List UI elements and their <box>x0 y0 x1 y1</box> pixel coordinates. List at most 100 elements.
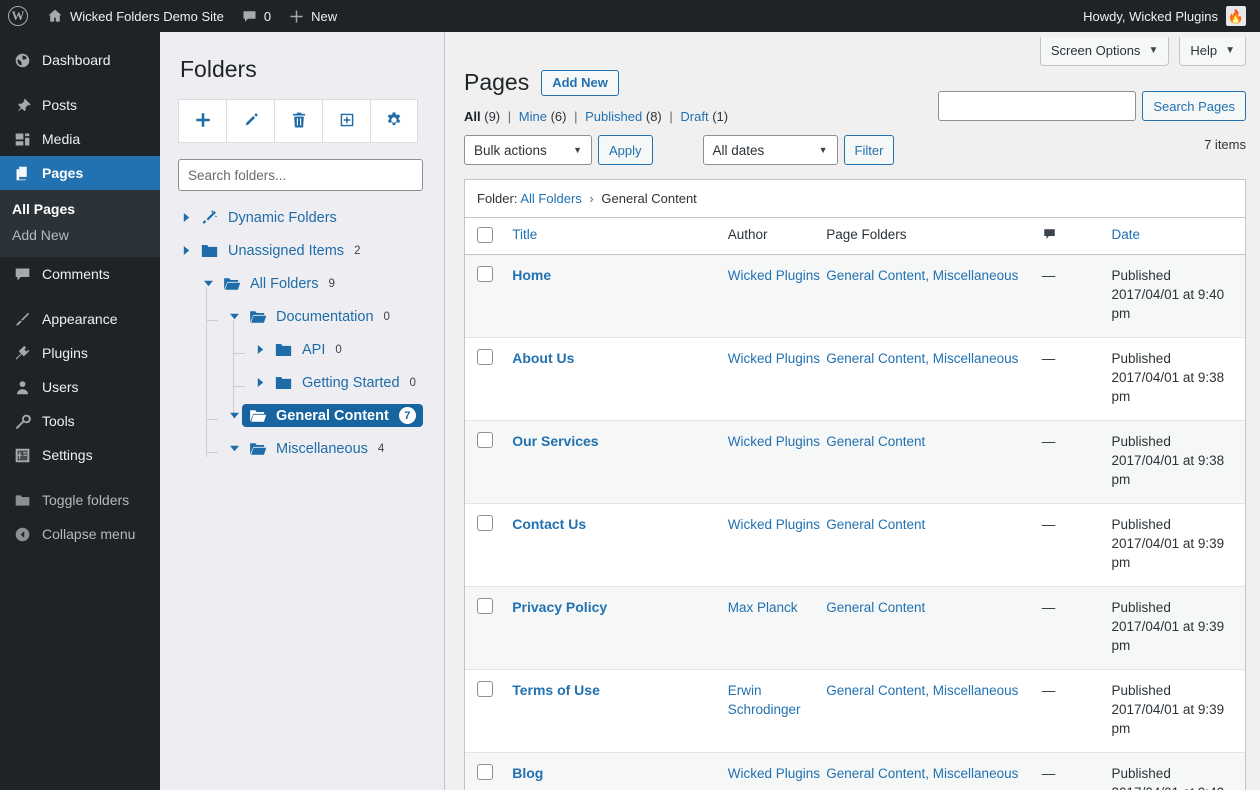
tree-item-body[interactable]: Miscellaneous 4 <box>242 438 391 460</box>
table-row[interactable]: Home Wicked Plugins General Content, Mis… <box>465 255 1245 338</box>
sort-title-link[interactable]: Title <box>512 227 537 242</box>
breadcrumb-root-link[interactable]: All Folders <box>520 191 581 206</box>
table-row[interactable]: About Us Wicked Plugins General Content,… <box>465 338 1245 421</box>
sidebar-item-settings[interactable]: Settings <box>0 438 160 472</box>
author-link[interactable]: Wicked Plugins <box>728 268 820 283</box>
author-link[interactable]: Wicked Plugins <box>728 766 820 781</box>
folders-link[interactable]: General Content <box>826 434 925 449</box>
author-link[interactable]: Erwin Schrodinger <box>728 683 801 717</box>
tree-item-dynamic-folders[interactable]: Dynamic Folders <box>178 201 426 234</box>
folders-link[interactable]: General Content <box>826 517 925 532</box>
tree-item-body[interactable]: Unassigned Items 2 <box>194 240 367 262</box>
view-link-mine[interactable]: Mine <box>519 109 547 124</box>
chevron-right-icon[interactable] <box>252 378 268 387</box>
folders-search-input[interactable] <box>178 159 423 191</box>
sidebar-item-dashboard[interactable]: Dashboard <box>0 43 160 77</box>
chevron-down-icon[interactable] <box>226 312 242 321</box>
sidebar-item-add-new-page[interactable]: Add New <box>0 222 160 248</box>
page-title-link[interactable]: Our Services <box>512 433 598 449</box>
table-row[interactable]: Blog Wicked Plugins General Content, Mis… <box>465 753 1245 790</box>
table-row[interactable]: Contact Us Wicked Plugins General Conten… <box>465 504 1245 587</box>
folders-link[interactable]: General Content, Miscellaneous <box>826 268 1018 283</box>
tree-item-all-folders[interactable]: All Folders 9 <box>178 267 426 300</box>
author-link[interactable]: Wicked Plugins <box>728 517 820 532</box>
row-checkbox[interactable] <box>477 515 493 531</box>
screen-options-button[interactable]: Screen Options ▼ <box>1040 37 1170 66</box>
view-link-draft[interactable]: Draft <box>680 109 708 124</box>
page-title-link[interactable]: Privacy Policy <box>512 599 607 615</box>
tree-item-body-selected[interactable]: General Content 7 <box>242 404 423 427</box>
bulk-actions-select[interactable]: Bulk actions ▼ <box>464 135 592 165</box>
new-content-button[interactable]: New <box>280 0 346 32</box>
tree-item-miscellaneous[interactable]: Miscellaneous 4 <box>178 432 426 465</box>
view-link-published[interactable]: Published <box>585 109 642 124</box>
row-checkbox[interactable] <box>477 598 493 614</box>
folders-link[interactable]: General Content <box>826 600 925 615</box>
tree-item-unassigned-items[interactable]: Unassigned Items 2 <box>178 234 426 267</box>
chevron-right-icon[interactable] <box>178 213 194 222</box>
sidebar-item-tools[interactable]: Tools <box>0 404 160 438</box>
tree-item-getting-started[interactable]: Getting Started 0 <box>178 366 426 399</box>
wordpress-logo-button[interactable]: W <box>0 0 38 32</box>
table-row[interactable]: Terms of Use Erwin Schrodinger General C… <box>465 670 1245 753</box>
sidebar-item-collapse-menu[interactable]: Collapse menu <box>0 517 160 551</box>
row-checkbox[interactable] <box>477 432 493 448</box>
page-title-link[interactable]: Blog <box>512 765 543 781</box>
filter-button[interactable]: Filter <box>844 135 895 165</box>
tree-item-body[interactable]: Getting Started 0 <box>268 372 423 394</box>
page-title-link[interactable]: Terms of Use <box>512 682 600 698</box>
sidebar-item-appearance[interactable]: Appearance <box>0 302 160 336</box>
delete-folder-button[interactable] <box>274 99 322 143</box>
sidebar-item-all-pages[interactable]: All Pages <box>0 196 160 222</box>
sidebar-item-plugins[interactable]: Plugins <box>0 336 160 370</box>
row-checkbox[interactable] <box>477 266 493 282</box>
table-row[interactable]: Privacy Policy Max Planck General Conten… <box>465 587 1245 670</box>
comments-button[interactable]: 0 <box>233 0 280 32</box>
folders-link[interactable]: General Content, Miscellaneous <box>826 683 1018 698</box>
page-title-link[interactable]: About Us <box>512 350 574 366</box>
apply-button[interactable]: Apply <box>598 135 653 165</box>
author-link[interactable]: Wicked Plugins <box>728 434 820 449</box>
chevron-down-icon[interactable] <box>200 279 216 288</box>
row-checkbox[interactable] <box>477 764 493 780</box>
chevron-right-icon[interactable] <box>178 246 194 255</box>
search-input[interactable] <box>938 91 1136 121</box>
assign-items-button[interactable] <box>322 99 370 143</box>
account-menu[interactable]: Howdy, Wicked Plugins 🔥 <box>1083 6 1260 26</box>
edit-folder-button[interactable] <box>226 99 274 143</box>
tree-item-body[interactable]: Dynamic Folders <box>194 206 344 229</box>
tree-item-api[interactable]: API 0 <box>178 333 426 366</box>
select-all-checkbox[interactable] <box>477 227 493 243</box>
folder-settings-button[interactable] <box>370 99 418 143</box>
add-folder-button[interactable] <box>178 99 226 143</box>
row-checkbox[interactable] <box>477 349 493 365</box>
author-link[interactable]: Max Planck <box>728 600 798 615</box>
tree-item-body[interactable]: Documentation 0 <box>242 306 397 328</box>
chevron-down-icon[interactable] <box>226 444 242 453</box>
tree-item-body[interactable]: All Folders 9 <box>216 273 342 295</box>
author-link[interactable]: Wicked Plugins <box>728 351 820 366</box>
site-name-button[interactable]: Wicked Folders Demo Site <box>38 0 233 32</box>
sidebar-item-users[interactable]: Users <box>0 370 160 404</box>
row-checkbox[interactable] <box>477 681 493 697</box>
tree-item-body[interactable]: API 0 <box>268 339 349 361</box>
folders-link[interactable]: General Content, Miscellaneous <box>826 766 1018 781</box>
page-title-link[interactable]: Contact Us <box>512 516 586 532</box>
sidebar-item-pages[interactable]: Pages <box>0 156 160 190</box>
page-title-link[interactable]: Home <box>512 267 551 283</box>
add-new-page-button[interactable]: Add New <box>541 70 619 96</box>
chevron-down-icon[interactable] <box>226 411 242 420</box>
date-filter-select[interactable]: All dates ▼ <box>703 135 838 165</box>
help-button[interactable]: Help ▼ <box>1179 37 1246 66</box>
sidebar-item-posts[interactable]: Posts <box>0 88 160 122</box>
view-link-all[interactable]: All <box>464 109 481 124</box>
sidebar-item-comments[interactable]: Comments <box>0 257 160 291</box>
sidebar-item-toggle-folders[interactable]: Toggle folders <box>0 483 160 517</box>
tree-item-documentation[interactable]: Documentation 0 <box>178 300 426 333</box>
table-row[interactable]: Our Services Wicked Plugins General Cont… <box>465 421 1245 504</box>
sidebar-item-media[interactable]: Media <box>0 122 160 156</box>
tree-item-general-content[interactable]: General Content 7 <box>178 399 426 432</box>
sort-date-link[interactable]: Date <box>1112 227 1141 242</box>
folders-link[interactable]: General Content, Miscellaneous <box>826 351 1018 366</box>
chevron-right-icon[interactable] <box>252 345 268 354</box>
